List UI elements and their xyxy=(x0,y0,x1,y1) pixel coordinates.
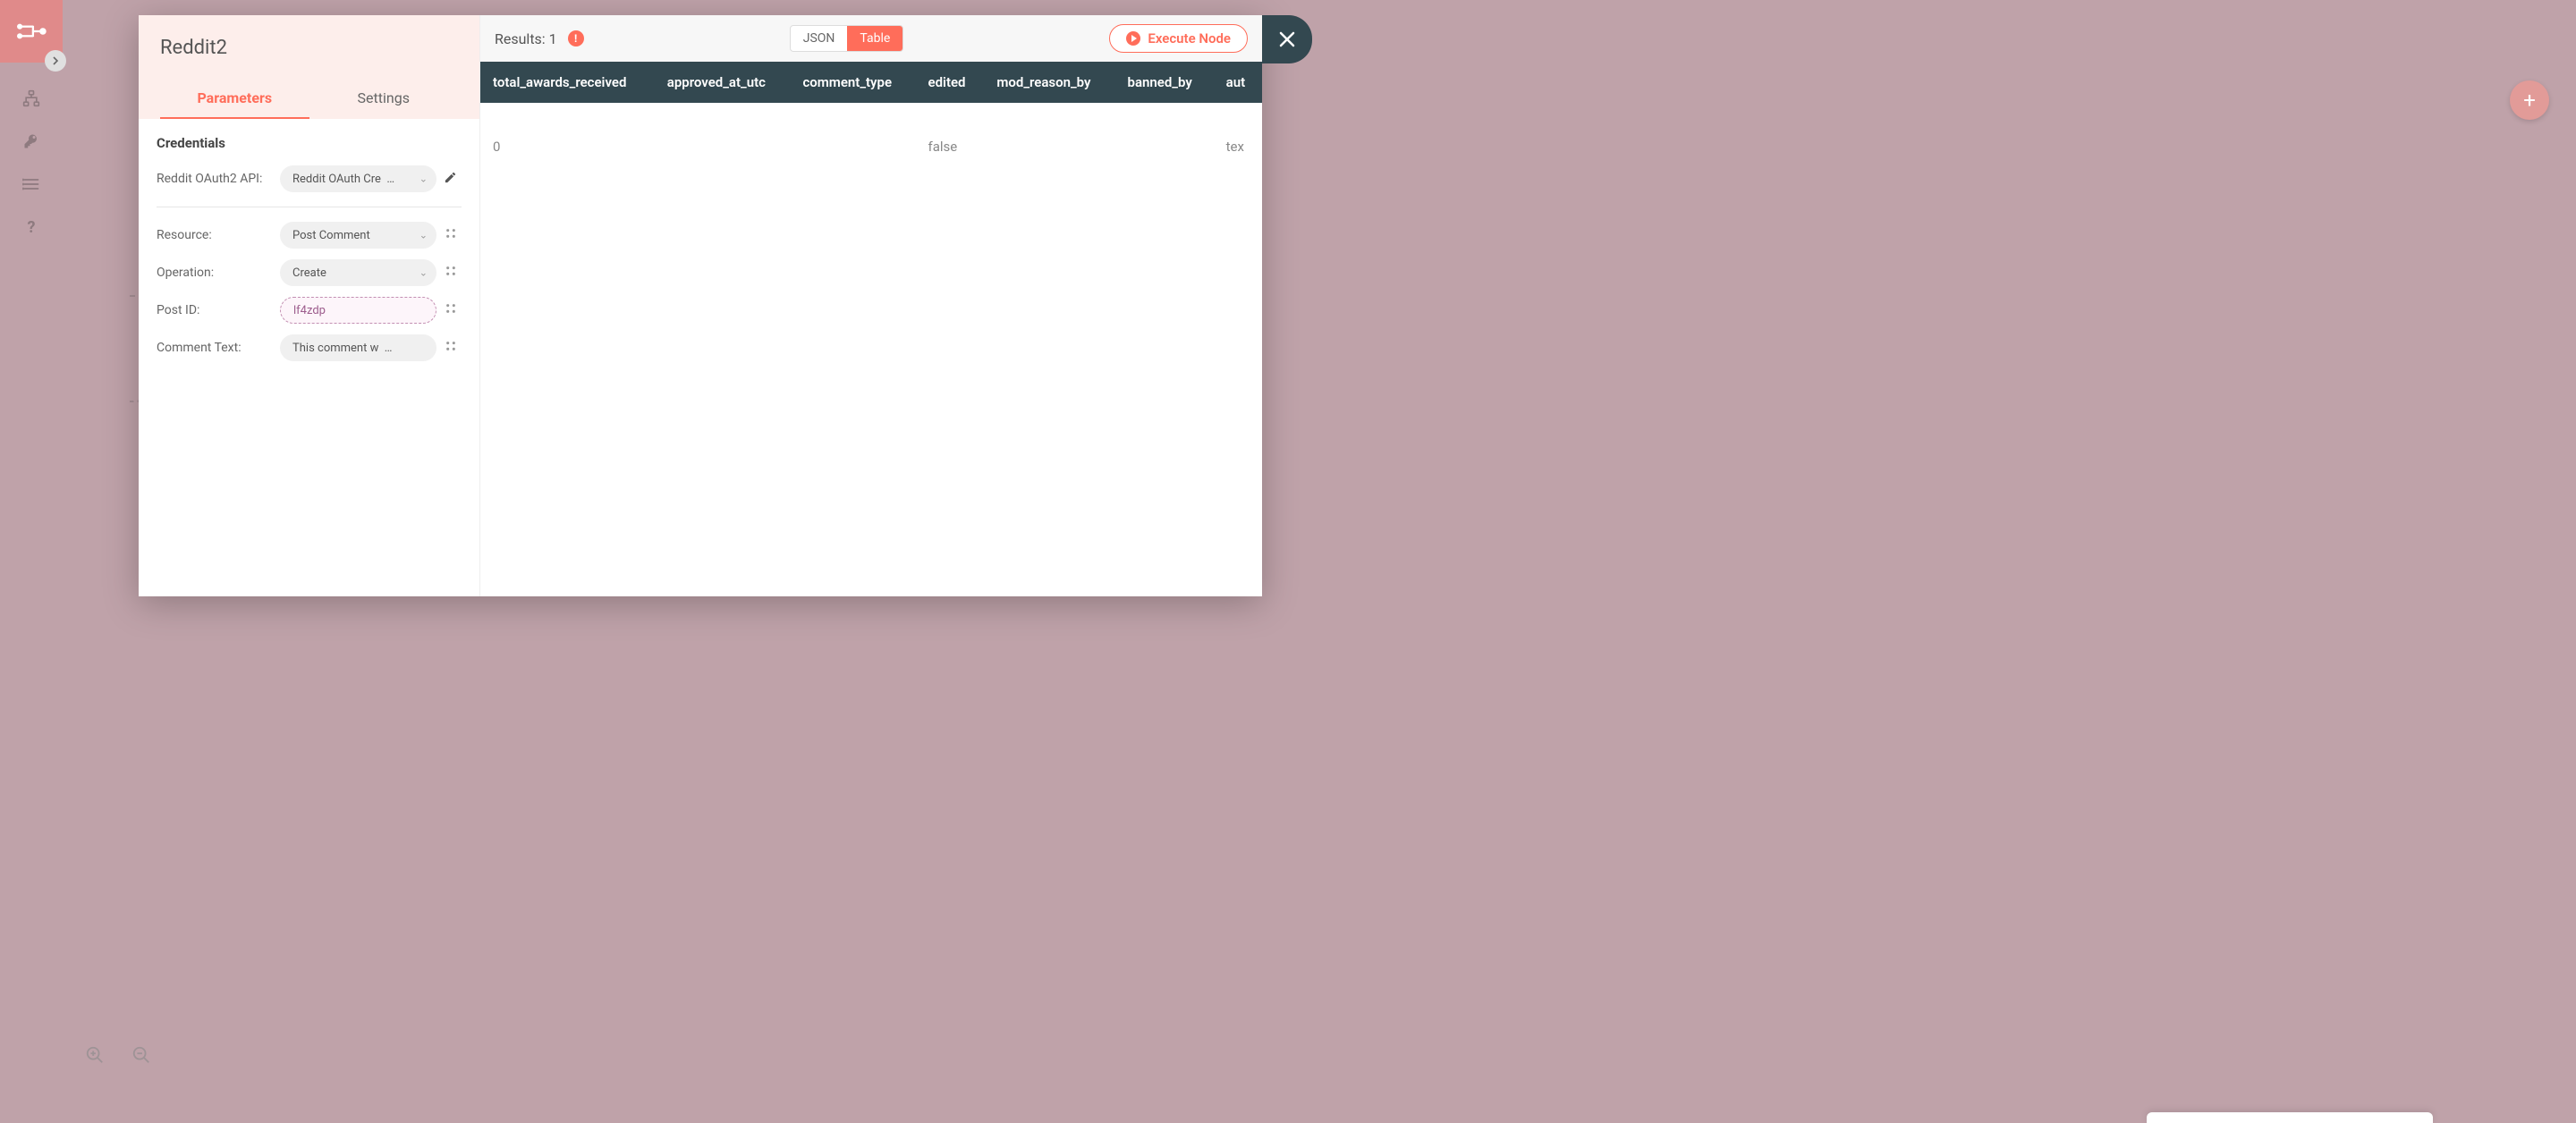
resource-select[interactable]: Post Comment ⌄ xyxy=(280,222,436,249)
post-id-input[interactable]: lf4zdp xyxy=(280,297,436,324)
operation-label: Operation: xyxy=(157,266,273,280)
edit-credentials-icon[interactable] xyxy=(444,171,462,188)
chevron-down-icon: ⌄ xyxy=(419,173,428,185)
credentials-icon[interactable] xyxy=(22,132,40,150)
credentials-select[interactable]: Reddit OAuth Cre … ⌄ xyxy=(280,165,436,192)
table-header-row: total_awards_received approved_at_utc co… xyxy=(480,62,1262,103)
col-total-awards-received[interactable]: total_awards_received xyxy=(480,62,655,103)
chevron-down-icon: ⌄ xyxy=(419,230,428,241)
parameters-panel: Reddit2 Parameters Settings Credentials … xyxy=(139,15,480,596)
resource-label: Resource: xyxy=(157,228,273,242)
param-options-icon[interactable] xyxy=(444,301,462,319)
output-panel: Results: 1 ! JSON Table Execute Node tot… xyxy=(480,15,1262,596)
results-table-wrapper[interactable]: total_awards_received approved_at_utc co… xyxy=(480,62,1262,190)
tab-parameters[interactable]: Parameters xyxy=(160,79,309,119)
logo[interactable] xyxy=(0,0,63,63)
view-toggle: JSON Table xyxy=(790,25,904,52)
operation-select[interactable]: Create ⌄ xyxy=(280,259,436,286)
param-options-icon[interactable] xyxy=(444,226,462,244)
col-comment-type[interactable]: comment_type xyxy=(790,62,915,103)
comment-text-input[interactable]: This comment w … xyxy=(280,334,436,361)
node-title: Reddit2 xyxy=(160,37,458,59)
col-aut[interactable]: aut xyxy=(1214,62,1262,103)
left-sidebar: ? xyxy=(0,0,63,1123)
col-approved-at-utc[interactable]: approved_at_utc xyxy=(655,62,791,103)
workflows-icon[interactable] xyxy=(22,89,40,107)
node-editor-modal: Reddit2 Parameters Settings Credentials … xyxy=(139,15,1262,596)
chevron-down-icon: ⌄ xyxy=(419,267,428,279)
execute-node-button[interactable]: Execute Node xyxy=(1109,24,1248,53)
param-options-icon[interactable] xyxy=(444,339,462,357)
bottom-panel-peek[interactable] xyxy=(2147,1112,2433,1123)
param-options-icon[interactable] xyxy=(444,264,462,282)
close-modal-button[interactable] xyxy=(1262,15,1312,63)
col-mod-reason-by[interactable]: mod_reason_by xyxy=(984,62,1114,103)
credentials-heading: Credentials xyxy=(157,135,462,151)
zoom-controls xyxy=(80,1041,156,1069)
comment-text-label: Comment Text: xyxy=(157,341,273,355)
toggle-table-button[interactable]: Table xyxy=(847,26,902,51)
add-node-button[interactable]: + xyxy=(2510,80,2549,120)
zoom-in-button[interactable] xyxy=(80,1041,109,1069)
tab-settings[interactable]: Settings xyxy=(309,79,459,119)
post-id-label: Post ID: xyxy=(157,303,273,317)
help-icon[interactable]: ? xyxy=(22,218,40,236)
results-count: Results: 1 xyxy=(495,30,557,47)
executions-icon[interactable] xyxy=(22,175,40,193)
reddit-oauth-api-label: Reddit OAuth2 API: xyxy=(157,172,273,186)
warning-icon[interactable]: ! xyxy=(568,30,584,46)
table-row[interactable]: 0 false tex xyxy=(480,103,1262,190)
col-banned-by[interactable]: banned_by xyxy=(1115,62,1214,103)
col-edited[interactable]: edited xyxy=(916,62,985,103)
toggle-json-button[interactable]: JSON xyxy=(791,26,848,51)
play-icon xyxy=(1126,31,1140,46)
sidebar-collapse-button[interactable] xyxy=(45,50,66,72)
zoom-out-button[interactable] xyxy=(127,1041,156,1069)
